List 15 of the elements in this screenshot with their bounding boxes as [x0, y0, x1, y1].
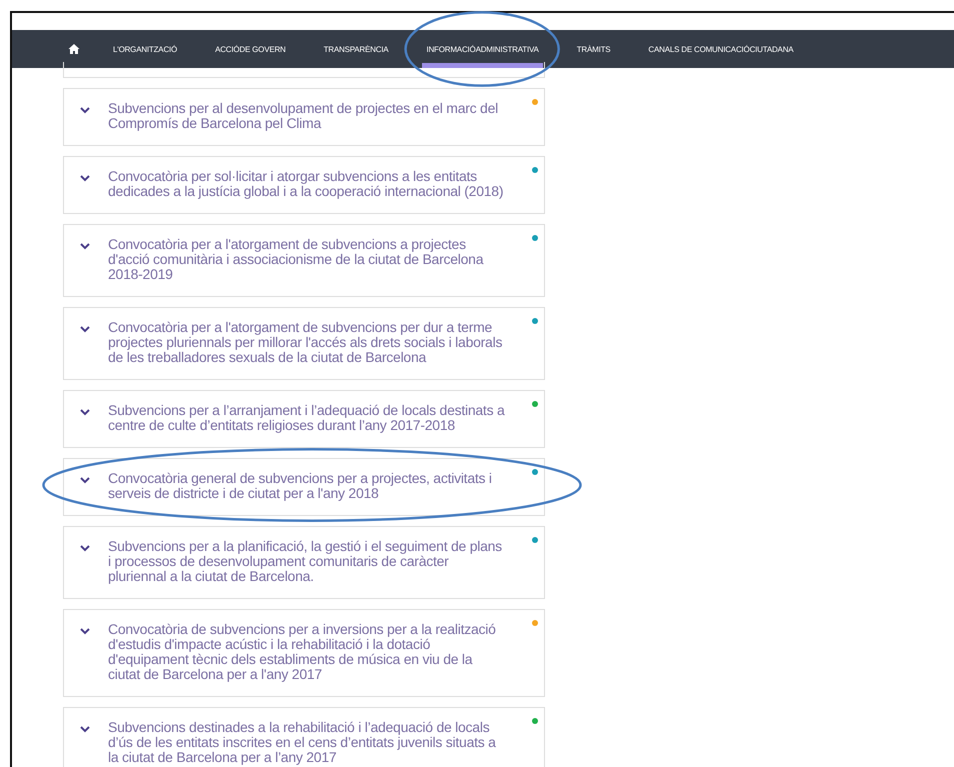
nav-tab[interactable]: TRÀMITS — [576, 30, 610, 68]
nav-tab[interactable]: CANALS DE COMUNICACIÓCIUTADANA — [648, 30, 794, 68]
chevron-down-icon[interactable] — [80, 107, 90, 114]
chevron-down-icon[interactable] — [80, 726, 90, 733]
chevron-down-icon[interactable] — [80, 175, 90, 182]
chevron-down-icon[interactable] — [80, 409, 90, 416]
chevron-down-icon[interactable] — [80, 628, 90, 635]
home-icon[interactable] — [68, 43, 80, 55]
nav-tab[interactable]: ACCIÓDE GOVERN — [215, 30, 286, 68]
nav-tab[interactable]: L'ORGANITZACIÓ — [113, 30, 178, 68]
nav-tab[interactable]: TRANSPARÈNCIA — [324, 30, 388, 68]
chevron-down-icon[interactable] — [80, 545, 90, 552]
chevron-down-icon[interactable] — [80, 243, 90, 250]
chevron-down-icon[interactable] — [80, 326, 90, 333]
chevron-down-icon[interactable] — [80, 477, 90, 484]
